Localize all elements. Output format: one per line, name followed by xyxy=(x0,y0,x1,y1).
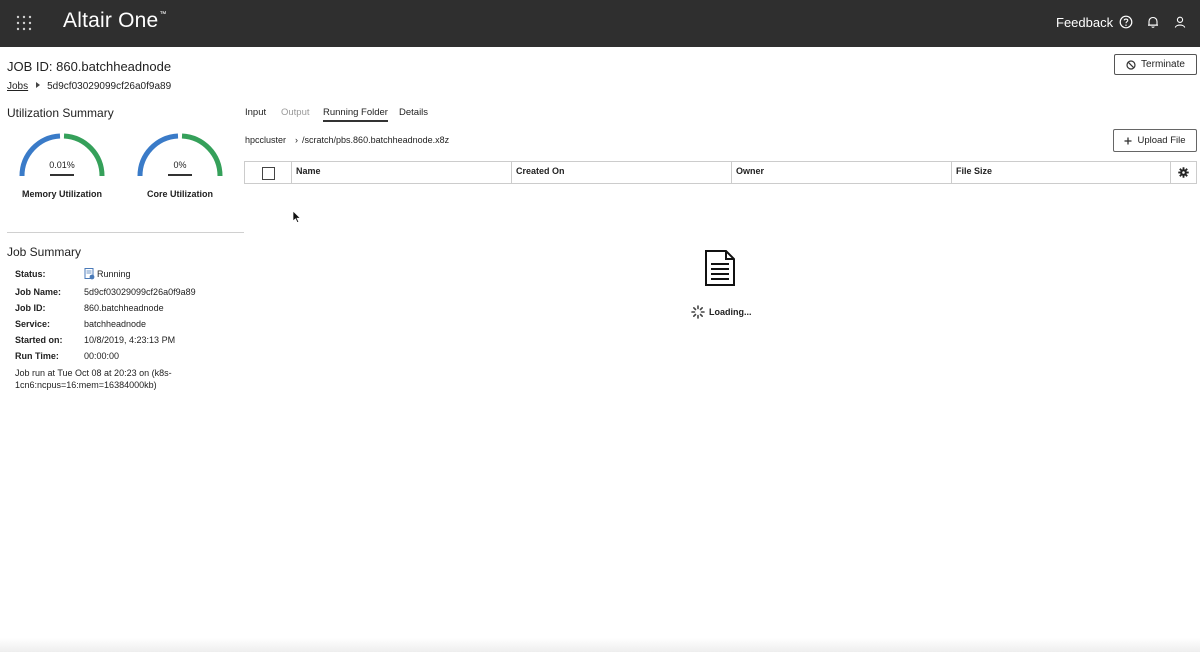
cluster-link[interactable]: hpccluster xyxy=(245,135,286,145)
loading-text: Loading... xyxy=(709,307,752,317)
run-time-value: 00:00:00 xyxy=(84,351,120,361)
core-gauge xyxy=(137,133,223,177)
plus-icon xyxy=(1124,137,1132,144)
top-bar: Altair One™ Feedback xyxy=(0,0,1200,47)
status-label: Status: xyxy=(15,269,46,279)
service-label: Service: xyxy=(15,319,51,329)
memory-gauge-value: 0.01% xyxy=(49,160,75,170)
core-gauge-label: Core Utilization xyxy=(146,189,213,199)
path-separator: › xyxy=(295,135,299,145)
column-name[interactable]: Name xyxy=(292,162,512,183)
folder-path-text: /scratch/pbs.860.batchheadnode.x8z xyxy=(302,135,450,145)
job-id-value: 860.batchheadnode xyxy=(84,303,164,313)
prohibited-icon xyxy=(1126,59,1136,70)
breadcrumb-current: 5d9cf03029099cf26a0f9a89 xyxy=(47,81,172,92)
tab-input[interactable]: Input xyxy=(245,107,266,118)
run-time-label: Run Time: xyxy=(15,351,59,361)
job-name-value: 5d9cf03029099cf26a0f9a89 xyxy=(84,287,196,297)
mouse-cursor-icon xyxy=(292,210,302,224)
terminate-button[interactable]: Terminate xyxy=(1114,54,1197,75)
job-name-label: Job Name: xyxy=(15,287,62,297)
memory-gauge-label: Memory Utilization xyxy=(21,189,102,199)
job-run-note: Job run at Tue Oct 08 at 20:23 on (k8s-1… xyxy=(15,368,172,390)
breadcrumb: Jobs 5d9cf03029099cf26a0f9a89 xyxy=(7,81,171,92)
breadcrumb-arrow-icon xyxy=(36,82,41,88)
column-file-size[interactable]: File Size xyxy=(952,162,1171,183)
status-value: Running xyxy=(84,268,131,280)
bell-icon[interactable] xyxy=(1146,15,1160,29)
upload-file-label: Upload File xyxy=(1137,135,1186,146)
started-on-label: Started on: xyxy=(15,335,63,345)
bottom-shade xyxy=(0,638,1200,652)
spinner-icon xyxy=(691,305,705,319)
table-settings-button[interactable] xyxy=(1170,161,1197,184)
document-icon xyxy=(705,250,735,286)
running-status-icon xyxy=(84,268,95,280)
tab-running-folder[interactable]: Running Folder xyxy=(323,107,388,122)
select-all-checkbox[interactable] xyxy=(262,167,275,180)
apps-grid-icon[interactable] xyxy=(15,14,33,32)
column-created-on[interactable]: Created On xyxy=(512,162,732,183)
user-icon[interactable] xyxy=(1173,15,1187,29)
job-summary-title: Job Summary xyxy=(7,245,82,259)
page-title: JOB ID: 860.batchheadnode xyxy=(7,59,172,74)
divider xyxy=(7,232,244,233)
help-icon[interactable] xyxy=(1119,15,1133,29)
feedback-link[interactable]: Feedback xyxy=(1056,15,1113,30)
service-value: batchheadnode xyxy=(84,319,147,329)
job-id-label: Job ID: xyxy=(15,303,46,313)
gear-icon xyxy=(1178,167,1189,178)
select-all-cell xyxy=(245,162,292,183)
started-on-value: 10/8/2019, 4:23:13 PM xyxy=(84,335,176,345)
status-value-text: Running xyxy=(97,269,131,279)
folder-path: hpccluster ›/scratch/pbs.860.batchheadnod… xyxy=(245,135,449,145)
loading-indicator: Loading... xyxy=(691,305,752,319)
column-owner[interactable]: Owner xyxy=(732,162,952,183)
brand-logo[interactable]: Altair One™ xyxy=(63,9,167,33)
breadcrumb-jobs-link[interactable]: Jobs xyxy=(7,81,28,92)
memory-gauge xyxy=(19,133,105,177)
upload-file-button[interactable]: Upload File xyxy=(1113,129,1197,152)
tab-output[interactable]: Output xyxy=(281,107,310,118)
file-table-header: Name Created On Owner File Size xyxy=(244,161,1197,184)
core-gauge-value: 0% xyxy=(173,160,187,170)
terminate-button-label: Terminate xyxy=(1141,59,1185,70)
tab-details[interactable]: Details xyxy=(399,107,428,118)
utilization-summary-title: Utilization Summary xyxy=(7,106,114,120)
